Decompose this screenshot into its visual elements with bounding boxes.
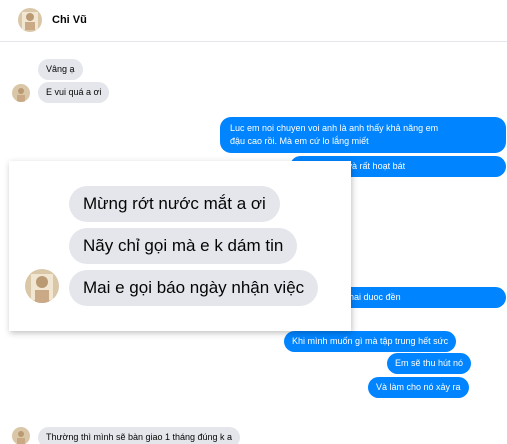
zoomed-messages-panel: Mừng rớt nước mắt a ơi Nãy chỉ gọi mà e …: [9, 161, 351, 331]
message-line: đậu cao rồi. Mà em cứ lo lắng miết: [230, 136, 369, 146]
message-outgoing[interactable]: Em sẽ thu hút nó: [387, 353, 472, 374]
contact-avatar-large: [25, 269, 59, 303]
contact-avatar[interactable]: [18, 8, 42, 32]
message-outgoing[interactable]: Và làm cho nó xảy ra: [368, 377, 469, 398]
message-line: Luc em noi chuyen voi anh là anh thấy kh…: [230, 123, 439, 133]
message-outgoing[interactable]: Khi mình muốn gì mà tập trung hết sức: [284, 331, 457, 352]
zoomed-message[interactable]: Mừng rớt nước mắt a ơi: [69, 186, 280, 222]
message-incoming[interactable]: Vâng ạ: [38, 59, 83, 80]
contact-name[interactable]: Chi Vũ: [52, 14, 87, 26]
message-incoming[interactable]: E vui quá a ơi: [38, 82, 110, 103]
zoomed-message[interactable]: Mai e gọi báo ngày nhận việc: [69, 270, 319, 306]
contact-avatar-small: [12, 427, 30, 444]
message-incoming[interactable]: Thường thì mình sẽ bàn giao 1 tháng đúng…: [38, 427, 241, 444]
contact-avatar-small: [12, 84, 30, 102]
chat-header: Chi Vũ: [0, 0, 507, 42]
message-outgoing[interactable]: Luc em noi chuyen voi anh là anh thấy kh…: [220, 117, 506, 153]
zoomed-message[interactable]: Nãy chỉ gọi mà e k dám tin: [69, 228, 298, 264]
